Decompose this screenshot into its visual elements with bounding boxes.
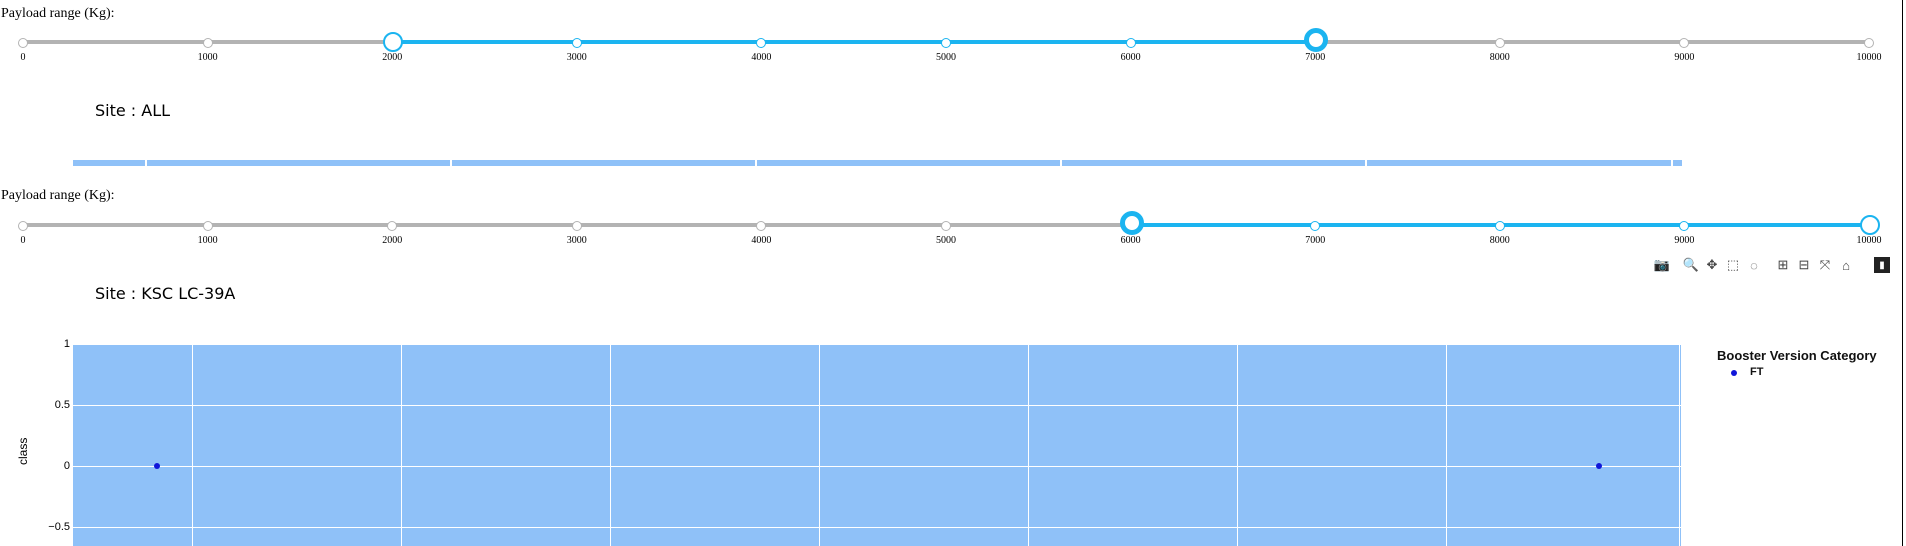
slider-tick-label: 4000 (751, 235, 772, 246)
y-axis-title: class (16, 437, 30, 465)
slider-tick-label: 6000 (1120, 235, 1141, 246)
x-gridline (1028, 344, 1030, 546)
mini-chart-segment (1673, 160, 1682, 166)
slider-tick-label: 7000 (1305, 52, 1326, 63)
slider-mark-dot[interactable] (571, 38, 582, 48)
site-ksc-title: Site : KSC LC-39A (95, 284, 236, 303)
plotly-logo-icon[interactable]: ▮ (1874, 257, 1890, 273)
y-gridline (73, 466, 1681, 467)
slider-tick-label: 0 (20, 235, 26, 246)
slider-mark-dot[interactable] (941, 38, 951, 48)
reset-axes-icon[interactable]: ⌂ (1838, 257, 1854, 273)
slider-tick-label: 4000 (751, 52, 772, 63)
slider-mark-dot[interactable] (941, 221, 951, 231)
scatter-point-ft[interactable] (1595, 463, 1602, 469)
slider-mark-dot[interactable] (756, 221, 767, 231)
slider-tick-label: 3000 (566, 52, 587, 63)
slider-tick-label: 2000 (382, 52, 403, 63)
slider-upper-handle[interactable] (1860, 215, 1880, 235)
scatter-point-ft[interactable] (153, 463, 160, 469)
legend-label-ft[interactable]: FT (1750, 366, 1763, 378)
slider-mark-dot[interactable] (18, 38, 28, 48)
payload-range-slider-1[interactable]: 0 1000 2000 3000 4000 5000 6000 7000 8000 9000 100… (18, 22, 1882, 63)
y-tick-label: 0 (63, 460, 70, 472)
autoscale-icon[interactable]: ⤧ (1817, 257, 1833, 273)
x-gridline (1237, 344, 1239, 546)
site-all-title: Site : ALL (95, 101, 171, 120)
slider-mark-dot[interactable] (18, 221, 28, 231)
slider-upper-handle[interactable] (1304, 28, 1329, 52)
slider-tick-label: 10000 (1856, 52, 1882, 63)
slider-tick-label: 8000 (1489, 52, 1510, 63)
slider-tick-label: 5000 (936, 52, 956, 63)
slider-tick-label: 10000 (1856, 235, 1882, 246)
y-tick-label: −0.5 (48, 521, 70, 533)
payload-range-slider-2[interactable]: 0 1000 2000 3000 4000 5000 6000 7000 8000 9000 100… (18, 205, 1882, 246)
slider-tick-label: 7000 (1305, 235, 1326, 246)
slider-mark-dot[interactable] (1679, 38, 1690, 48)
x-gridline (819, 344, 821, 546)
slider-mark-dot[interactable] (756, 38, 767, 48)
mini-chart-segment (1367, 160, 1671, 166)
scatter-plot-area[interactable] (73, 344, 1681, 546)
y-gridline (73, 405, 1681, 406)
slider-tick-label: 0 (20, 52, 26, 63)
x-gridline (1446, 344, 1448, 546)
slider-tick-label: 6000 (1120, 52, 1141, 63)
slider-mark-dot[interactable] (1864, 38, 1874, 48)
lasso-icon[interactable]: ◌ (1746, 257, 1762, 273)
legend-marker-ft[interactable] (1731, 370, 1737, 376)
slider-tick-label: 9000 (1674, 235, 1695, 246)
window-edge (1902, 0, 1903, 546)
slider-mark-dot[interactable] (387, 221, 398, 231)
slider-tick-label: 3000 (566, 235, 587, 246)
y-gridline (73, 527, 1681, 528)
zoom-out-icon[interactable]: ⊟ (1796, 257, 1812, 273)
slider-selected-range (392, 40, 1316, 44)
box-select-icon[interactable]: ⬚ (1725, 257, 1741, 273)
mini-chart-segment (452, 160, 755, 166)
payload-range-label-2: Payload range (Kg): (1, 188, 115, 203)
x-gridline (1679, 344, 1681, 546)
x-gridline (401, 344, 403, 546)
plot-modebar: 📷 🔍 ✥ ⬚ ◌ ⊞ ⊟ ⤧ ⌂ ▮ (1650, 257, 1900, 275)
x-gridline (191, 344, 193, 546)
slider-tick-label: 1000 (197, 52, 218, 63)
mini-chart-segment (1062, 160, 1365, 166)
zoom-in-icon[interactable]: ⊞ (1775, 257, 1791, 273)
zoom-icon[interactable]: 🔍 (1683, 257, 1699, 273)
slider-mark-dot[interactable] (1125, 38, 1136, 48)
slider-mark-dot[interactable] (1494, 221, 1505, 231)
y-tick-label: 1 (63, 338, 70, 350)
y-tick-label: 0.5 (54, 399, 70, 411)
slider-lower-handle[interactable] (1119, 211, 1144, 235)
camera-icon[interactable]: 📷 (1654, 257, 1670, 273)
slider-mark-dot[interactable] (1494, 38, 1505, 48)
slider-tick-label: 2000 (382, 235, 403, 246)
slider-mark-dot[interactable] (1310, 221, 1321, 231)
y-gridline (73, 344, 1681, 345)
slider-mark-dot[interactable] (1679, 221, 1690, 231)
mini-chart-segment (147, 160, 450, 166)
mini-chart-segment (73, 160, 145, 166)
pan-icon[interactable]: ✥ (1704, 257, 1720, 273)
slider-tick-label: 9000 (1674, 52, 1695, 63)
slider-mark-dot[interactable] (202, 38, 213, 48)
slider-lower-handle[interactable] (383, 32, 404, 52)
mini-chart-segment (757, 160, 1060, 166)
slider-tick-label: 8000 (1489, 235, 1510, 246)
legend-title: Booster Version Category (1717, 348, 1877, 363)
slider-mark-dot[interactable] (571, 221, 582, 231)
slider-mark-dot[interactable] (202, 221, 213, 231)
slider-tick-label: 1000 (197, 235, 218, 246)
slider-tick-label: 5000 (936, 235, 956, 246)
x-gridline (610, 344, 612, 546)
payload-range-label-1: Payload range (Kg): (1, 6, 115, 21)
